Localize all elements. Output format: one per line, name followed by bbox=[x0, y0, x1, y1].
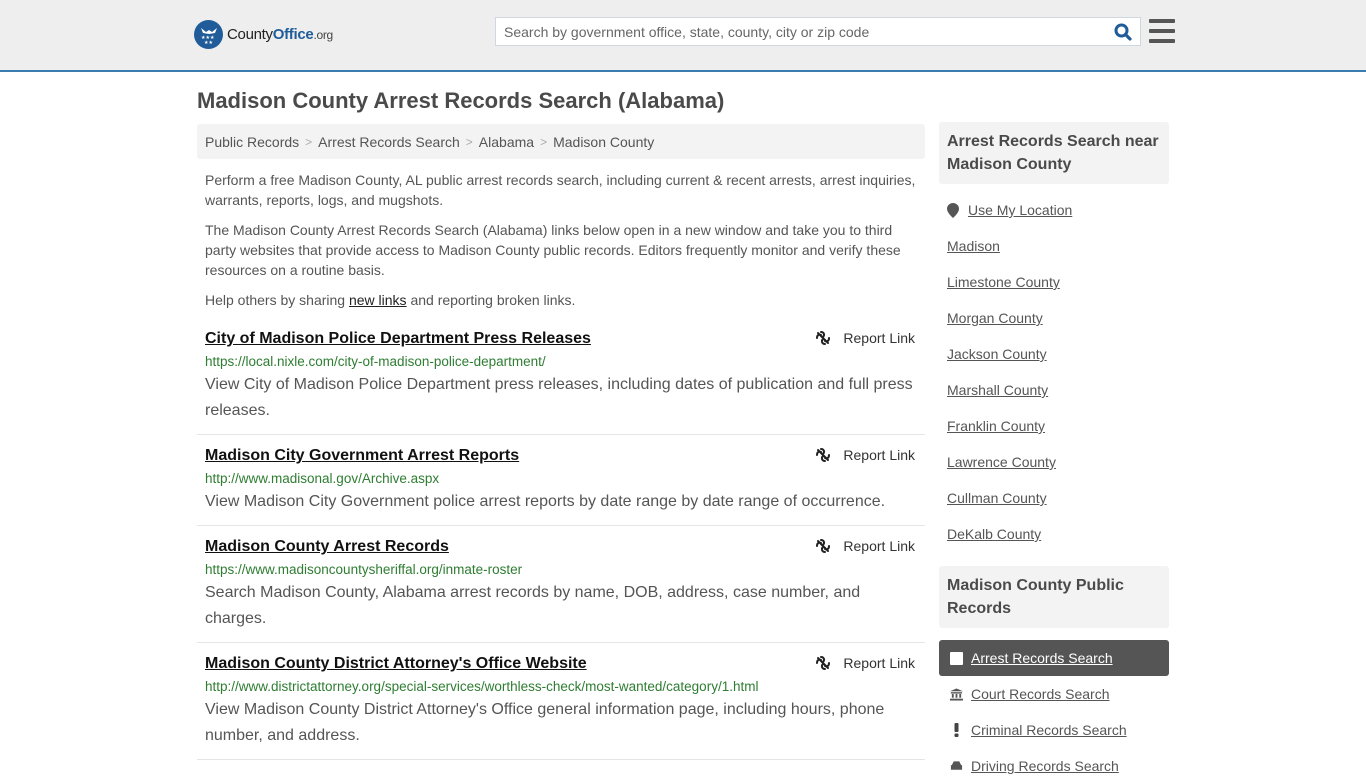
car-icon bbox=[950, 758, 963, 774]
result-title-link[interactable]: Madison County Arrest Records bbox=[205, 536, 449, 558]
nearby-link[interactable]: Madison bbox=[947, 238, 1000, 254]
result-description: Search Madison County, Alabama arrest re… bbox=[205, 584, 861, 627]
public-record-item[interactable]: Driving Records Search bbox=[939, 748, 1169, 784]
public-records-list: Arrest Records Search Court Records Sear… bbox=[939, 640, 1169, 784]
logo-text: CountyOffice.org bbox=[227, 26, 333, 43]
menu-button[interactable] bbox=[1149, 19, 1175, 43]
result-item: City of Madison Police Department Press … bbox=[197, 328, 925, 435]
result-url: https://local.nixle.com/city-of-madison-… bbox=[205, 354, 546, 369]
nearby-link[interactable]: DeKalb County bbox=[947, 526, 1041, 542]
report-link-button[interactable]: Report Link bbox=[815, 447, 915, 463]
site-header: ★★★ ★★ CountyOffice.org bbox=[0, 0, 1366, 72]
report-link-button[interactable]: Report Link bbox=[815, 538, 915, 554]
logo-eagle-icon: ★★★ ★★ bbox=[194, 20, 223, 49]
breadcrumb-item[interactable]: Alabama bbox=[479, 134, 534, 150]
search-input[interactable] bbox=[496, 18, 1106, 45]
nearby-item: Jackson County bbox=[947, 336, 1161, 372]
public-record-link[interactable]: Court Records Search bbox=[971, 686, 1110, 702]
breadcrumb-item-current[interactable]: Madison County bbox=[553, 134, 654, 150]
nearby-item: Franklin County bbox=[947, 408, 1161, 444]
nearby-item: DeKalb County bbox=[947, 516, 1161, 552]
sidebar: Arrest Records Search near Madison Count… bbox=[939, 122, 1169, 784]
results-list: City of Madison Police Department Press … bbox=[197, 328, 925, 760]
broken-link-icon bbox=[816, 448, 831, 462]
main-content: Public Records > Arrest Records Search >… bbox=[197, 124, 925, 770]
public-record-item[interactable]: Court Records Search bbox=[939, 676, 1169, 712]
hamburger-icon-bar bbox=[1149, 19, 1175, 23]
public-record-link[interactable]: Arrest Records Search bbox=[971, 650, 1113, 666]
result-title-link[interactable]: Madison City Government Arrest Reports bbox=[205, 445, 519, 467]
map-marker-icon bbox=[947, 202, 959, 218]
intro-text: and reporting broken links. bbox=[406, 292, 576, 308]
intro-paragraph: The Madison County Arrest Records Search… bbox=[205, 222, 901, 278]
result-title-link[interactable]: City of Madison Police Department Press … bbox=[205, 328, 591, 350]
nearby-link[interactable]: Morgan County bbox=[947, 310, 1043, 326]
intro-paragraph: Perform a free Madison County, AL public… bbox=[205, 172, 916, 208]
intro-text: Help others by sharing bbox=[205, 292, 349, 308]
search-button[interactable] bbox=[1106, 18, 1140, 45]
report-link-label: Report Link bbox=[843, 330, 915, 346]
result-item: Madison City Government Arrest Reports R… bbox=[197, 445, 925, 526]
use-location-item: Use My Location bbox=[947, 192, 1161, 228]
nearby-link[interactable]: Franklin County bbox=[947, 418, 1045, 434]
result-description: View Madison County District Attorney's … bbox=[205, 701, 885, 744]
search-box bbox=[495, 17, 1141, 46]
public-record-item-active[interactable]: Arrest Records Search bbox=[939, 640, 1169, 676]
result-url: http://www.madisonal.gov/Archive.aspx bbox=[205, 471, 440, 486]
nearby-item: Lawrence County bbox=[947, 444, 1161, 480]
svg-text:★★: ★★ bbox=[204, 40, 213, 45]
nearby-item: Cullman County bbox=[947, 480, 1161, 516]
public-record-item[interactable]: Criminal Records Search bbox=[939, 712, 1169, 748]
breadcrumb-item[interactable]: Arrest Records Search bbox=[318, 134, 460, 150]
broken-link-icon bbox=[816, 331, 831, 345]
public-record-link[interactable]: Criminal Records Search bbox=[971, 722, 1127, 738]
result-url: https://www.madisoncountysheriffal.org/i… bbox=[205, 562, 523, 577]
breadcrumb-separator: > bbox=[305, 134, 313, 149]
breadcrumb-separator: > bbox=[465, 134, 473, 149]
nearby-item: Madison bbox=[947, 228, 1161, 264]
report-link-button[interactable]: Report Link bbox=[815, 330, 915, 346]
square-icon bbox=[950, 650, 963, 666]
new-links-link[interactable]: new links bbox=[349, 292, 407, 308]
result-description: View Madison City Government police arre… bbox=[205, 493, 886, 510]
report-link-button[interactable]: Report Link bbox=[815, 655, 915, 671]
hamburger-icon-bar bbox=[1149, 29, 1175, 33]
site-logo[interactable]: ★★★ ★★ CountyOffice.org bbox=[194, 20, 333, 49]
hamburger-icon-bar bbox=[1149, 39, 1175, 43]
intro-paragraph: Help others by sharing new links and rep… bbox=[205, 290, 917, 310]
page-title: Madison County Arrest Records Search (Al… bbox=[197, 88, 725, 113]
result-item: Madison County Arrest Records Report Lin… bbox=[197, 536, 925, 643]
nearby-item: Limestone County bbox=[947, 264, 1161, 300]
result-url: http://www.districtattorney.org/special-… bbox=[205, 679, 759, 694]
exclamation-icon bbox=[950, 722, 963, 738]
nearby-link[interactable]: Cullman County bbox=[947, 490, 1047, 506]
breadcrumb-separator: > bbox=[540, 134, 548, 149]
report-link-label: Report Link bbox=[843, 447, 915, 463]
breadcrumb-item[interactable]: Public Records bbox=[205, 134, 299, 150]
result-title-link[interactable]: Madison County District Attorney's Offic… bbox=[205, 653, 587, 675]
use-my-location-link[interactable]: Use My Location bbox=[968, 202, 1072, 218]
nearby-list: Use My Location Madison Limestone County… bbox=[939, 184, 1169, 552]
nearby-item: Morgan County bbox=[947, 300, 1161, 336]
nearby-link[interactable]: Limestone County bbox=[947, 274, 1060, 290]
nearby-link[interactable]: Marshall County bbox=[947, 382, 1048, 398]
intro: Perform a free Madison County, AL public… bbox=[197, 170, 925, 310]
nearby-heading: Arrest Records Search near Madison Count… bbox=[939, 122, 1169, 184]
public-records-heading: Madison County Public Records bbox=[939, 566, 1169, 628]
broken-link-icon bbox=[816, 656, 831, 670]
nearby-link[interactable]: Lawrence County bbox=[947, 454, 1056, 470]
report-link-label: Report Link bbox=[843, 655, 915, 671]
nearby-item: Marshall County bbox=[947, 372, 1161, 408]
broken-link-icon bbox=[816, 539, 831, 553]
result-item: Madison County District Attorney's Offic… bbox=[197, 653, 925, 760]
nearby-link[interactable]: Jackson County bbox=[947, 346, 1047, 362]
courthouse-icon bbox=[950, 686, 963, 702]
result-description: View City of Madison Police Department p… bbox=[205, 376, 913, 419]
search-icon bbox=[1114, 23, 1132, 41]
public-record-link[interactable]: Driving Records Search bbox=[971, 758, 1119, 774]
breadcrumb: Public Records > Arrest Records Search >… bbox=[197, 124, 925, 159]
report-link-label: Report Link bbox=[843, 538, 915, 554]
